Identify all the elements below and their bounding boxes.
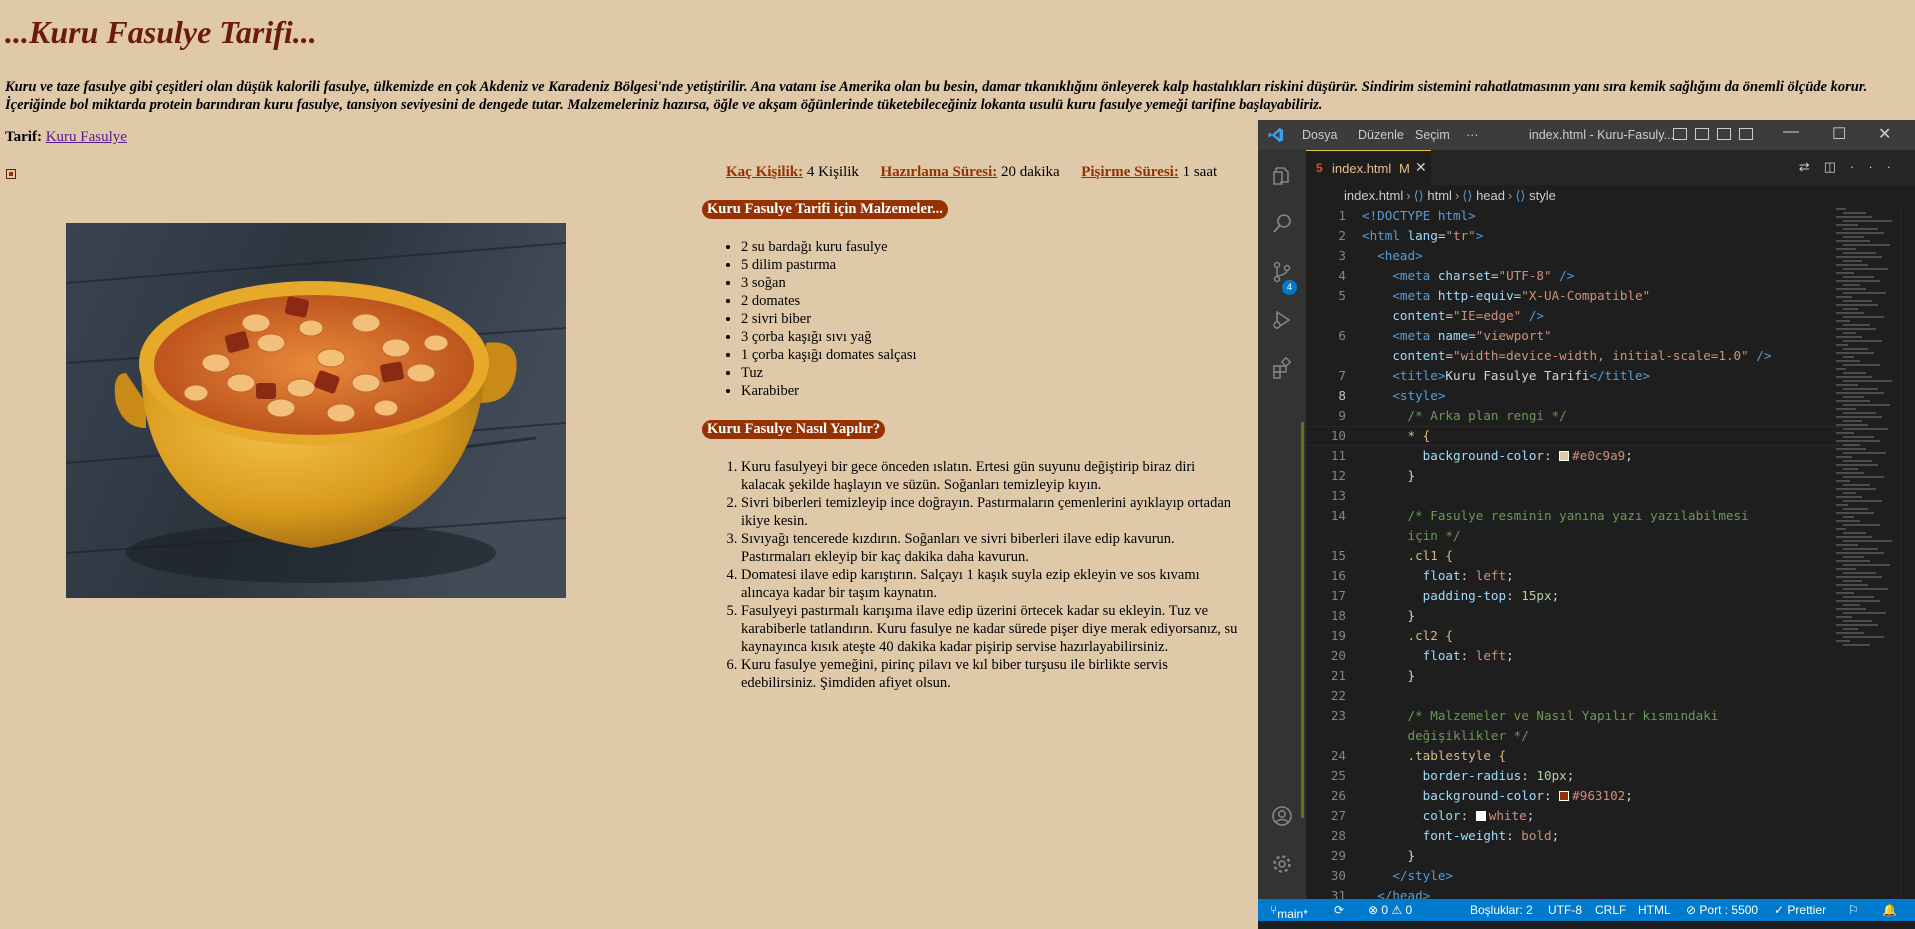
more-actions-icon[interactable]: ···: [1850, 159, 1905, 174]
menu-more[interactable]: ···: [1466, 128, 1479, 142]
eol-indicator[interactable]: CRLF: [1595, 903, 1626, 917]
notifications-bell-icon[interactable]: 🔔: [1882, 903, 1897, 917]
menu-secim[interactable]: Seçim: [1415, 128, 1450, 142]
split-editor-icon[interactable]: ◫: [1824, 159, 1850, 174]
window-title: index.html - Kuru-Fasuly...: [1529, 128, 1674, 142]
run-debug-icon[interactable]: [1270, 308, 1294, 332]
page-title: ...Kuru Fasulye Tarifi...: [5, 14, 317, 50]
branch-indicator[interactable]: ⑂ main*: [1270, 903, 1308, 921]
ingredients-list: 2 su bardağı kuru fasulye5 dilim pastırm…: [741, 238, 917, 400]
status-bar: ⑂ main* ⟳ ⊗ 0 ⚠ 0 Boşluklar: 2 UTF-8 CRL…: [1258, 899, 1915, 921]
ingredient-item: 5 dilim pastırma: [741, 256, 917, 274]
recipe-link[interactable]: Kuru Fasulye: [46, 129, 127, 145]
color-swatch[interactable]: [1559, 791, 1570, 801]
customize-layout-icon[interactable]: [1739, 128, 1753, 140]
ingredient-item: 1 çorba kaşığı domates salçası: [741, 346, 917, 364]
maximize-button[interactable]: ☐: [1832, 124, 1846, 144]
editor-actions: ⇄◫···: [1799, 159, 1905, 175]
modified-indicator: M: [1399, 161, 1410, 176]
git-gutter-modified: [1301, 422, 1304, 442]
search-icon[interactable]: [1270, 212, 1294, 236]
ingredient-item: 3 çorba kaşığı sıvı yağ: [741, 328, 917, 346]
tab-label: index.html: [1332, 161, 1392, 176]
code-editor[interactable]: 1 <!DOCTYPE html> 2 <html lang="tr"> 3 <he…: [1306, 206, 1866, 899]
ingredient-item: 2 su bardağı kuru fasulye: [741, 238, 917, 256]
ingredients-heading: Kuru Fasulye Tarifi için Malzemeler...: [702, 200, 948, 219]
indentation-indicator[interactable]: Boşluklar: 2: [1470, 903, 1533, 917]
problems-indicator[interactable]: ⊗ 0 ⚠ 0: [1368, 903, 1412, 917]
minimize-button[interactable]: —: [1783, 123, 1799, 141]
breadcrumb-style[interactable]: style: [1529, 188, 1556, 203]
editor-tabs: 5 index.html M ✕ ⇄◫···: [1306, 150, 1915, 185]
cook-time-label: Pişirme Süresi:: [1081, 164, 1179, 180]
open-changes-icon[interactable]: ⇄: [1799, 159, 1824, 174]
step-item: Fasulyeyi pastırmalı karışıma ilave edip…: [741, 602, 1243, 656]
ingredient-item: 2 sivri biber: [741, 310, 917, 328]
step-item: Domatesi ilave edip karıştırın. Salçayı …: [741, 566, 1243, 602]
breadcrumb-file[interactable]: index.html: [1344, 188, 1403, 203]
recipe-meta: Kaç Kişilik: 4 Kişilik Hazırlama Süresi:…: [726, 164, 1217, 181]
scm-badge: 4: [1282, 280, 1297, 295]
git-gutter-added: [1301, 442, 1304, 818]
vscode-window: Dosya Düzenle Seçim ··· index.html - Kur…: [1258, 120, 1915, 929]
minimap[interactable]: [1832, 206, 1902, 899]
live-server-port[interactable]: ⊘ Port : 5500: [1686, 903, 1758, 917]
breadcrumb-head[interactable]: head: [1476, 188, 1505, 203]
color-swatch[interactable]: [1559, 451, 1570, 461]
prep-time-label: Hazırlama Süresi:: [880, 164, 998, 180]
ingredient-item: 3 soğan: [741, 274, 917, 292]
vertical-scrollbar[interactable]: [1900, 206, 1915, 899]
layout-controls: [1673, 128, 1761, 143]
step-item: Sivri biberleri temizleyip ince doğrayın…: [741, 494, 1243, 530]
sync-icon[interactable]: ⟳: [1334, 903, 1344, 917]
ingredient-item: 2 domates: [741, 292, 917, 310]
color-swatch[interactable]: [1475, 811, 1486, 821]
language-mode[interactable]: HTML: [1638, 903, 1671, 917]
prettier-status[interactable]: ✓ Prettier: [1774, 903, 1826, 917]
recipe-line: Tarif: Kuru Fasulye: [5, 129, 127, 146]
activity-bar: 4: [1258, 150, 1306, 899]
toggle-sidebar-icon[interactable]: [1673, 128, 1687, 140]
ingredient-item: Tuz: [741, 364, 917, 382]
menu-dosya[interactable]: Dosya: [1302, 128, 1337, 142]
broken-image-icon: [6, 169, 16, 179]
account-icon[interactable]: [1270, 804, 1294, 828]
toggle-panel-icon[interactable]: [1695, 128, 1709, 140]
explorer-icon[interactable]: [1270, 164, 1294, 188]
vscode-logo-icon: [1268, 128, 1283, 142]
title-bar: Dosya Düzenle Seçim ··· index.html - Kur…: [1258, 120, 1915, 150]
ingredient-item: Karabiber: [741, 382, 917, 400]
tab-index-html[interactable]: 5 index.html M ✕: [1306, 150, 1431, 185]
menu-duzenle[interactable]: Düzenle: [1358, 128, 1404, 142]
kuru-fasulye-photo: [66, 223, 566, 598]
recipe-label: Tarif:: [5, 129, 42, 145]
encoding-indicator[interactable]: UTF-8: [1548, 903, 1582, 917]
step-item: Kuru fasulye yemeğini, pirinç pilavı ve …: [741, 656, 1243, 692]
steps-list: Kuru fasulyeyi bir gece önceden ıslatın.…: [741, 458, 1243, 692]
servings-label: Kaç Kişilik:: [726, 164, 804, 180]
settings-gear-icon[interactable]: [1270, 852, 1294, 876]
close-tab-icon[interactable]: ✕: [1415, 159, 1427, 176]
servings-value: 4 Kişilik: [806, 164, 859, 180]
html5-icon: 5: [1316, 161, 1323, 175]
intro-paragraph: Kuru ve taze fasulye gibi çeşitleri olan…: [5, 79, 1868, 113]
breadcrumb-html[interactable]: html: [1427, 188, 1452, 203]
step-item: Sıvıyağı tencerede kızdırın. Soğanları v…: [741, 530, 1243, 566]
feedback-icon[interactable]: ⚐: [1848, 903, 1859, 917]
steps-heading: Kuru Fasulye Nasıl Yapılır?: [702, 420, 886, 439]
prep-time-value: 20 dakika: [1000, 164, 1060, 180]
close-window-button[interactable]: ✕: [1878, 124, 1891, 144]
toggle-secondary-sidebar-icon[interactable]: [1717, 128, 1731, 140]
cook-time-value: 1 saat: [1182, 164, 1218, 180]
step-item: Kuru fasulyeyi bir gece önceden ıslatın.…: [741, 458, 1243, 494]
breadcrumb: index.html › ⟨⟩ html › ⟨⟩ head › ⟨⟩ style: [1344, 188, 1556, 203]
extensions-icon[interactable]: [1270, 356, 1294, 380]
